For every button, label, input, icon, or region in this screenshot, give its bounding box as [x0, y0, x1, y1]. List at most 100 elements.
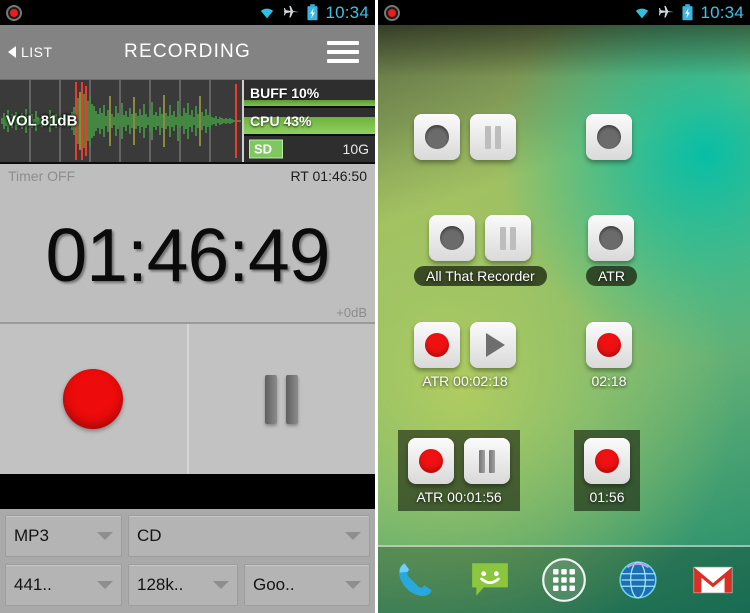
widget-record-button[interactable]	[414, 114, 460, 160]
waveform-display[interactable]: VOL 81dB	[0, 80, 242, 162]
widget-record-button[interactable]	[586, 322, 632, 368]
widget-label: 01:56	[589, 489, 625, 505]
status-bar-system-icons-right: 10:34	[633, 3, 744, 23]
record-icon	[440, 226, 465, 250]
chevron-down-icon	[345, 581, 361, 589]
timer-strip: Timer OFF RT 01:46:50	[0, 162, 375, 188]
phone-left-recording-screen: 10:34 LIST RECORDING VOL 81dB BUFF 10% C…	[0, 0, 375, 613]
play-icon	[485, 333, 505, 357]
home-dock	[378, 545, 750, 613]
samplerate-spinner[interactable]: 441..	[5, 564, 122, 606]
encoder-value: Goo..	[253, 575, 295, 594]
chevron-down-icon	[97, 532, 113, 540]
widget-atr-inactive-1[interactable]	[586, 114, 632, 160]
format-spinner[interactable]: MP3	[5, 515, 122, 557]
record-icon	[597, 125, 621, 149]
elapsed-time-display: 01:46:49 +0dB	[0, 188, 375, 322]
widget-pause-button[interactable]	[485, 215, 532, 261]
app-drawer-icon[interactable]	[541, 557, 587, 603]
gain-value[interactable]: +0dB	[336, 305, 367, 320]
volume-label: VOL 81dB	[6, 112, 78, 130]
widget-record-button[interactable]	[408, 438, 454, 484]
settings-row-2: 441.. 128k.. Goo..	[5, 564, 370, 606]
encoding-settings: MP3 CD 441.. 128k.. Goo..	[0, 509, 375, 613]
record-icon	[595, 449, 619, 473]
recording-notification-icon	[384, 4, 400, 21]
home-screen-wallpaper: All That Recorder ATR ATR 00:02:18 02:18…	[378, 25, 750, 613]
widget-pause-button[interactable]	[470, 114, 516, 160]
phone-right-home-screen: 10:34 All That Recorder ATR ATR 00:02:18…	[378, 0, 750, 613]
format-value: MP3	[14, 526, 49, 545]
storage-stat-row: SD 10G	[244, 136, 375, 162]
widget-atr-active[interactable]: 02:18	[586, 322, 632, 389]
bitrate-spinner[interactable]: 128k..	[128, 564, 238, 606]
chevron-down-icon	[345, 532, 361, 540]
browser-icon[interactable]	[615, 557, 661, 603]
cpu-stat-row: CPU 43%	[244, 108, 375, 136]
pause-icon	[265, 374, 299, 424]
chevron-down-icon	[97, 581, 113, 589]
recording-notification-icon	[6, 4, 22, 21]
recorder-stats: BUFF 10% CPU 43% SD 10G	[242, 80, 375, 162]
screenshot-divider	[375, 0, 378, 613]
record-icon	[599, 226, 624, 250]
pause-icon	[500, 226, 517, 250]
widget-record-button[interactable]	[429, 215, 476, 261]
widget-atr-panel[interactable]: 01:56	[574, 430, 640, 511]
wifi-icon	[636, 8, 649, 19]
messaging-icon[interactable]	[467, 557, 513, 603]
widget-all-that-recorder-inactive-2[interactable]: All That Recorder	[414, 215, 547, 286]
status-bar-right: 10:34	[378, 0, 750, 25]
waveform-panel: VOL 81dB BUFF 10% CPU 43% SD 10G	[0, 80, 375, 162]
encoder-spinner[interactable]: Goo..	[244, 564, 370, 606]
airplane-mode-icon	[659, 5, 675, 18]
buffer-label: BUFF 10%	[250, 85, 320, 101]
widget-all-that-recorder-inactive-1[interactable]	[414, 114, 516, 160]
quality-spinner[interactable]: CD	[128, 515, 370, 557]
pause-button[interactable]	[186, 324, 376, 474]
status-bar-clock: 10:34	[325, 2, 369, 22]
widget-record-button[interactable]	[414, 322, 460, 368]
widget-label: ATR	[586, 266, 637, 286]
cpu-label: CPU 43%	[250, 113, 312, 129]
widget-pause-button[interactable]	[464, 438, 510, 484]
record-icon	[425, 333, 449, 357]
gmail-icon[interactable]	[690, 557, 736, 603]
app-header: LIST RECORDING	[0, 25, 375, 80]
status-bar-left: 10:34	[0, 0, 375, 25]
status-bar-notifications	[6, 4, 22, 21]
record-icon	[419, 449, 443, 473]
record-icon	[425, 125, 449, 149]
widget-record-button[interactable]	[588, 215, 635, 261]
buffer-stat-row: BUFF 10%	[244, 80, 375, 108]
remaining-time: RT 01:46:50	[290, 168, 367, 184]
pause-icon	[485, 125, 501, 149]
record-icon	[597, 333, 621, 357]
timer-status[interactable]: Timer OFF	[8, 168, 75, 184]
record-button[interactable]	[0, 324, 187, 474]
quality-value: CD	[137, 526, 162, 545]
status-bar-system-icons: 10:34	[258, 3, 369, 23]
widget-record-button[interactable]	[586, 114, 632, 160]
transport-controls	[0, 322, 375, 474]
samplerate-value: 441..	[14, 575, 52, 594]
sd-free-value: 10G	[342, 141, 369, 157]
widget-play-button[interactable]	[470, 322, 516, 368]
phone-icon[interactable]	[392, 557, 438, 603]
bitrate-value: 128k..	[137, 575, 184, 594]
airplane-mode-icon	[284, 5, 300, 18]
battery-charging-icon	[682, 4, 693, 21]
widget-atr-inactive-2[interactable]: ATR	[586, 215, 637, 286]
hamburger-menu-icon[interactable]	[327, 41, 359, 63]
pause-icon	[479, 449, 495, 473]
widget-label: ATR 00:02:18	[422, 373, 508, 389]
battery-charging-icon	[307, 4, 318, 21]
widget-all-that-recorder-active[interactable]: ATR 00:02:18	[414, 322, 516, 389]
elapsed-time-value: 01:46:49	[45, 212, 331, 297]
status-bar-notifications-right	[384, 4, 400, 21]
status-bar-clock: 10:34	[700, 2, 744, 22]
chevron-down-icon	[213, 581, 229, 589]
widget-record-button[interactable]	[584, 438, 630, 484]
widget-label: ATR 00:01:56	[416, 489, 502, 505]
widget-all-that-recorder-panel[interactable]: ATR 00:01:56	[398, 430, 520, 511]
